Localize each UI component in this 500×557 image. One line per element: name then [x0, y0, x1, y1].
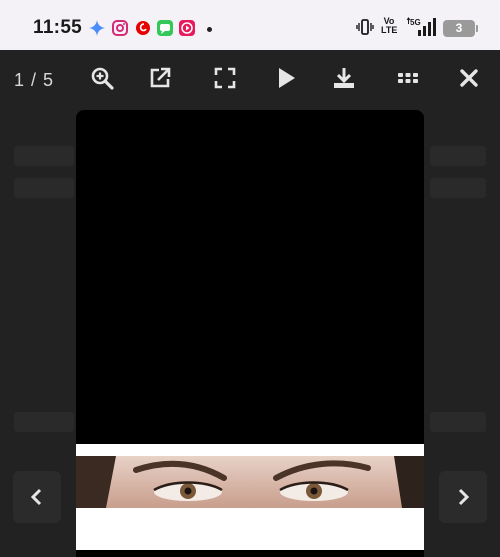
battery-level: 3	[455, 21, 463, 35]
open-external-button[interactable]	[146, 64, 174, 92]
eyes-image	[76, 456, 424, 508]
signal-5g-icon: 5G	[406, 17, 436, 36]
network-label: 5G	[410, 18, 421, 27]
vibrate-icon	[356, 19, 374, 35]
lightbox-toolbar: 1 / 5	[0, 50, 500, 108]
download-button[interactable]	[330, 64, 358, 92]
previous-image-button[interactable]	[13, 471, 61, 523]
more-notifications-icon	[207, 27, 212, 32]
lightbox-image[interactable]	[76, 110, 424, 557]
video-player-icon	[179, 20, 195, 36]
grid-icon	[398, 73, 418, 83]
chevron-right-icon	[458, 488, 470, 506]
zoom-in-icon	[91, 67, 114, 90]
thumbnails-button[interactable]	[394, 64, 422, 92]
clock: 11:55	[33, 17, 83, 38]
zoom-in-button[interactable]	[88, 64, 116, 92]
instagram-icon	[112, 20, 128, 36]
play-slideshow-button[interactable]	[272, 64, 300, 92]
fullscreen-button[interactable]	[211, 64, 239, 92]
next-image-button[interactable]	[439, 471, 487, 523]
volte-bottom-label: LTE	[381, 25, 398, 35]
volte-indicator: Vo LTE	[381, 17, 397, 35]
vodafone-icon	[136, 21, 150, 35]
external-link-icon	[150, 67, 171, 88]
chevron-left-icon	[30, 488, 42, 506]
play-icon	[279, 68, 295, 88]
eyes-photo	[76, 444, 424, 550]
fullscreen-icon	[214, 67, 236, 89]
messages-icon	[157, 20, 173, 36]
close-icon	[460, 69, 478, 87]
status-bar: 11:55 Vo LTE 5G 3	[0, 0, 500, 50]
image-counter: 1 / 5	[14, 70, 55, 90]
download-icon	[334, 68, 354, 88]
battery-icon: 3	[443, 20, 478, 37]
close-button[interactable]	[455, 64, 483, 92]
gemini-icon	[89, 20, 105, 36]
